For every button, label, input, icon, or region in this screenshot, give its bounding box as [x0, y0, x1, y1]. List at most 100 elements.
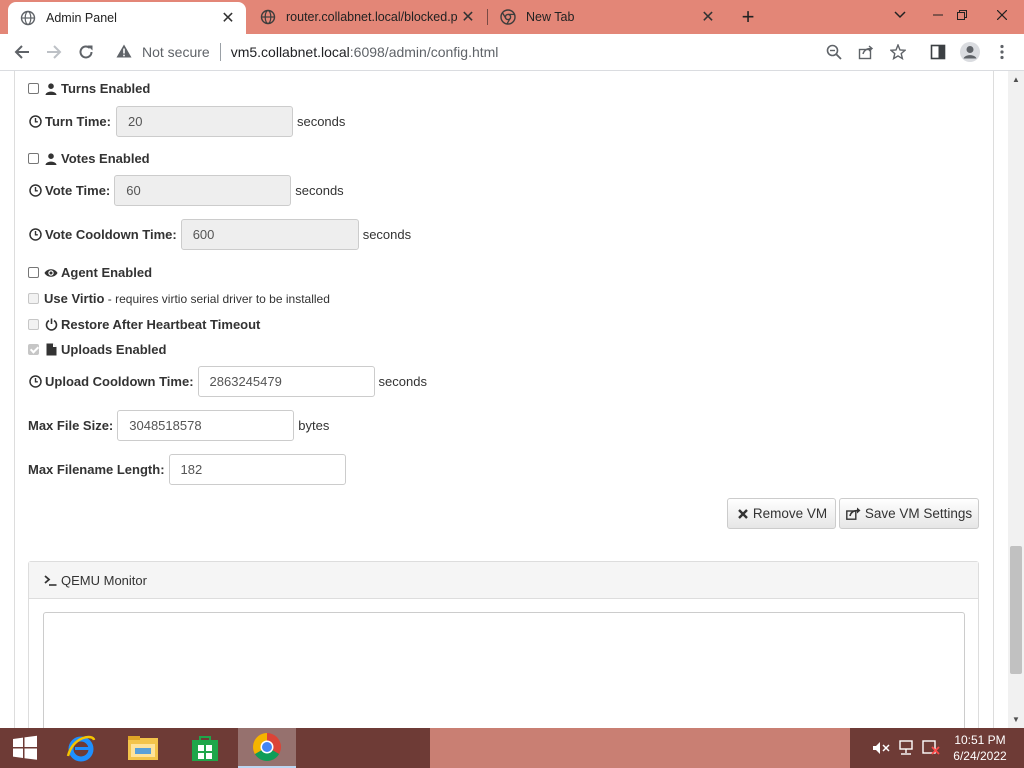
- upload-cooldown-unit: seconds: [378, 374, 427, 389]
- vote-cooldown-unit: seconds: [362, 227, 412, 242]
- bookmark-star-icon[interactable]: [884, 38, 912, 66]
- chrome-icon: [500, 9, 516, 25]
- volume-muted-icon[interactable]: [870, 728, 892, 768]
- close-icon: [736, 507, 750, 521]
- eye-icon: [44, 266, 58, 280]
- address-bar[interactable]: Not secure vm5.collabnet.local:6098/admi…: [108, 38, 918, 66]
- network-icon[interactable]: [895, 728, 917, 768]
- close-tab-icon[interactable]: ✕: [218, 8, 238, 28]
- tab-router-blocked[interactable]: router.collabnet.local/blocked.ph ✕: [248, 0, 486, 34]
- remove-vm-label: Remove VM: [752, 506, 828, 521]
- vote-time-unit: seconds: [295, 183, 344, 198]
- clock-icon: [28, 115, 42, 129]
- uploads-enabled-label: Uploads Enabled: [61, 342, 167, 357]
- start-button[interactable]: [0, 728, 50, 768]
- turns-enabled-row: Turns Enabled: [28, 81, 150, 96]
- terminal-icon: [43, 573, 58, 587]
- chrome-taskbar-icon[interactable]: [238, 728, 296, 768]
- vote-cooldown-input[interactable]: 600: [180, 219, 359, 250]
- max-file-size-unit: bytes: [298, 418, 330, 433]
- restore-heartbeat-label: Restore After Heartbeat Timeout: [61, 317, 261, 332]
- security-status: Not secure: [142, 44, 210, 60]
- turn-time-input[interactable]: 20: [115, 106, 293, 137]
- share-save-icon: [846, 507, 862, 521]
- restore-heartbeat-checkbox[interactable]: [28, 319, 39, 330]
- action-center-icon[interactable]: [920, 728, 942, 768]
- url-host: vm5.collabnet.local: [230, 44, 350, 60]
- side-panel-icon[interactable]: [924, 38, 952, 66]
- power-icon: [44, 318, 58, 332]
- file-explorer-icon[interactable]: [114, 728, 172, 768]
- tab-search-icon[interactable]: [884, 0, 916, 30]
- uploads-enabled-checkbox[interactable]: [28, 344, 39, 355]
- url-path: :6098/admin/config.html: [349, 44, 499, 60]
- scroll-thumb[interactable]: [1010, 546, 1022, 674]
- user-icon: [44, 152, 58, 166]
- upload-cooldown-label: Upload Cooldown Time:: [45, 374, 194, 389]
- windows-logo-icon: [13, 735, 37, 760]
- agent-enabled-checkbox[interactable]: [28, 267, 39, 278]
- share-icon[interactable]: [852, 38, 880, 66]
- profile-avatar-icon[interactable]: [956, 38, 984, 66]
- uploads-enabled-row: Uploads Enabled: [28, 342, 166, 357]
- use-virtio-note: - requires virtio serial driver to be in…: [104, 291, 330, 306]
- taskbar-clock[interactable]: 10:51 PM 6/24/2022: [940, 732, 1020, 764]
- browser-toolbar: Not secure vm5.collabnet.local:6098/admi…: [0, 34, 1024, 71]
- clock-icon: [28, 184, 42, 198]
- page-scrollbar[interactable]: ▲ ▼: [1008, 71, 1024, 728]
- close-window-button[interactable]: [986, 0, 1018, 30]
- tab-label: Admin Panel: [46, 11, 117, 25]
- menu-icon[interactable]: [988, 38, 1016, 66]
- new-tab-button[interactable]: +: [736, 4, 760, 29]
- remove-vm-button[interactable]: Remove VM: [727, 498, 836, 529]
- max-filename-row: Max Filename Length: 182: [28, 454, 346, 485]
- internet-explorer-icon[interactable]: [52, 728, 110, 768]
- upload-cooldown-input[interactable]: 2863245479: [197, 366, 375, 397]
- turn-time-unit: seconds: [296, 114, 346, 129]
- windows-taskbar: 10:51 PM 6/24/2022: [0, 728, 1024, 768]
- address-divider: [219, 43, 221, 61]
- votes-enabled-checkbox[interactable]: [28, 153, 39, 164]
- max-file-size-input[interactable]: 3048518578: [117, 410, 295, 441]
- user-icon: [44, 82, 58, 96]
- qemu-monitor-header: QEMU Monitor: [29, 562, 978, 599]
- turn-time-row: Turn Time: 20 seconds: [28, 106, 345, 137]
- clock-icon: [28, 228, 42, 242]
- max-file-size-label: Max File Size:: [28, 418, 114, 433]
- scroll-up-icon[interactable]: ▲: [1012, 75, 1020, 84]
- tab-new-tab[interactable]: New Tab ✕: [488, 0, 726, 34]
- turns-enabled-label: Turns Enabled: [61, 81, 151, 96]
- use-virtio-checkbox[interactable]: [28, 293, 39, 304]
- store-icon[interactable]: [176, 728, 234, 768]
- tab-admin-panel[interactable]: Admin Panel ✕: [8, 2, 246, 34]
- scroll-down-icon[interactable]: ▼: [1012, 715, 1020, 724]
- close-tab-icon[interactable]: ✕: [698, 7, 718, 27]
- turn-time-label: Turn Time:: [45, 114, 111, 129]
- save-vm-settings-button[interactable]: Save VM Settings: [839, 498, 979, 529]
- forward-button[interactable]: [40, 38, 68, 66]
- zoom-icon[interactable]: [820, 38, 848, 66]
- close-tab-icon[interactable]: ✕: [458, 7, 478, 27]
- back-button[interactable]: [8, 38, 36, 66]
- tab-label: router.collabnet.local/blocked.ph: [286, 10, 458, 24]
- tab-label: New Tab: [526, 10, 575, 24]
- clock-date: 6/24/2022: [953, 749, 1007, 763]
- use-virtio-row: Use Virtio - requires virtio serial driv…: [28, 291, 330, 306]
- turns-enabled-checkbox[interactable]: [28, 83, 39, 94]
- vote-cooldown-label: Vote Cooldown Time:: [45, 227, 177, 242]
- votes-enabled-row: Votes Enabled: [28, 151, 150, 166]
- vote-cooldown-row: Vote Cooldown Time: 600 seconds: [28, 219, 411, 250]
- max-filename-label: Max Filename Length:: [28, 462, 165, 477]
- vote-time-input[interactable]: 60: [114, 175, 292, 206]
- votes-enabled-label: Votes Enabled: [61, 151, 150, 166]
- globe-icon: [20, 10, 36, 26]
- use-virtio-label: Use Virtio: [44, 291, 105, 306]
- save-vm-settings-label: Save VM Settings: [864, 506, 973, 521]
- restore-heartbeat-row: Restore After Heartbeat Timeout: [28, 317, 260, 332]
- max-filename-input[interactable]: 182: [168, 454, 346, 485]
- reload-button[interactable]: [72, 38, 100, 66]
- restore-button[interactable]: [946, 0, 978, 30]
- qemu-monitor-title: QEMU Monitor: [61, 572, 147, 588]
- qemu-output-textarea[interactable]: [43, 612, 965, 728]
- warning-icon[interactable]: [116, 44, 134, 61]
